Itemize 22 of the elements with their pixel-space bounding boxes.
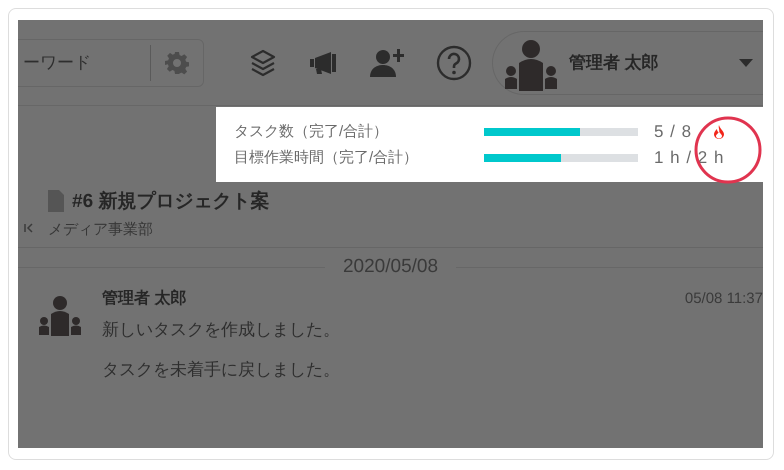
add-user-icon[interactable] [370,48,404,76]
activity-message: タスクを未着手に戻しました。 [102,359,341,382]
progress-label: タスク数（完了/合計） [234,122,390,141]
document-icon [48,190,64,212]
date-label: 2020/05/08 [342,256,440,278]
author-name: 管理者 太郎 [102,288,186,309]
task-title: #6 新規プロジェクト案 [72,189,270,214]
caret-icon [739,58,753,66]
search-field[interactable]: ーワード [21,52,150,74]
progress-label: 目標作業時間（完了/合計） [234,148,420,167]
highlight-circle [694,116,762,184]
project-name: メディア事業部 [48,220,154,239]
settings-icon[interactable] [165,50,189,74]
layers-icon[interactable] [250,48,276,76]
search-field[interactable]: ーワード [18,38,204,86]
megaphone-icon[interactable] [308,50,338,74]
help-icon[interactable] [436,44,472,80]
activity-message: 新しいタスクを作成しました。 [102,319,341,341]
user-menu[interactable]: 管理者 太郎 [492,30,763,94]
timestamp: 05/08 11:37 [684,290,763,307]
progress-value: 5 / 8 [654,122,694,142]
collapse-icon[interactable] [24,222,34,232]
